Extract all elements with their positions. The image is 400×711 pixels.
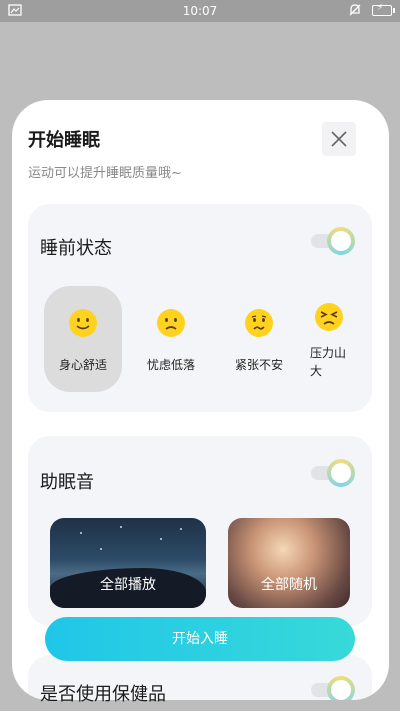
sleep-sound-card: 助眠音 全部播放 全部随机 — [28, 436, 372, 626]
sheet-subtitle: 运动可以提升睡眠质量哦~ — [28, 166, 182, 181]
smile-face-icon — [69, 309, 97, 337]
mood-label: 紧张不安 — [234, 358, 283, 372]
sheet-title: 开始睡眠 — [28, 130, 100, 151]
mood-label-line2: 大 — [310, 364, 323, 378]
shuffle-all-label: 全部随机 — [261, 577, 317, 593]
close-button[interactable] — [322, 122, 356, 156]
sleep-sheet: 开始睡眠 运动可以提升睡眠质量哦~ 睡前状态 身心舒适 忧虑低落 紧张不安 压力… — [12, 100, 389, 700]
sleep-sound-toggle[interactable] — [311, 458, 355, 488]
battery-icon: ⚡ — [372, 3, 395, 16]
mood-label: 身心舒适 — [58, 358, 107, 372]
status-bar: 10:07 ⚡ — [0, 0, 400, 22]
supplement-title: 是否使用保健品 — [40, 684, 166, 705]
shuffle-all-tile[interactable]: 全部随机 — [228, 518, 350, 608]
stressed-face-icon — [315, 303, 343, 331]
mood-comfortable[interactable]: 身心舒适 — [44, 286, 122, 392]
mood-down[interactable]: 忧虑低落 — [132, 286, 210, 392]
mood-label: 忧虑低落 — [146, 358, 195, 372]
start-sleep-button[interactable]: 开始入睡 — [45, 617, 355, 661]
close-icon — [331, 131, 347, 147]
mood-stressed[interactable]: 压力山 大 — [304, 286, 354, 392]
supplement-toggle[interactable] — [311, 675, 355, 700]
pre-sleep-title: 睡前状态 — [40, 238, 112, 259]
status-time: 10:07 — [182, 4, 218, 18]
play-all-label: 全部播放 — [100, 577, 156, 593]
pre-sleep-toggle[interactable] — [311, 226, 355, 256]
pre-sleep-card: 睡前状态 身心舒适 忧虑低落 紧张不安 压力山 大 — [28, 204, 372, 412]
sleep-sound-title: 助眠音 — [40, 472, 94, 493]
bell-off-icon — [348, 3, 362, 20]
mood-nervous[interactable]: 紧张不安 — [220, 286, 298, 392]
worried-face-icon — [245, 309, 273, 337]
play-all-tile[interactable]: 全部播放 — [50, 518, 206, 608]
mood-label: 压力山 — [310, 346, 347, 360]
sad-face-icon — [157, 309, 185, 337]
